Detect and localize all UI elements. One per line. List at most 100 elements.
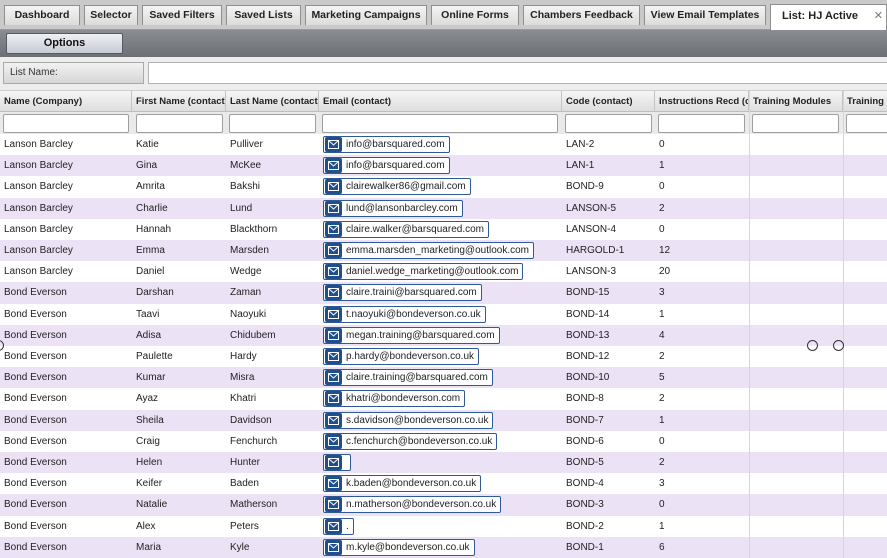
mail-icon[interactable]: [325, 497, 342, 513]
email-address: emma.marsden_marketing@outlook.com: [346, 245, 530, 256]
tab-selector[interactable]: Selector: [84, 5, 138, 25]
cell-first-name: Craig: [136, 435, 160, 447]
filter-code-input[interactable]: [565, 114, 652, 133]
cell-last-name: Kyle: [230, 541, 250, 553]
column-header-training[interactable]: Training I: [843, 91, 887, 112]
filter-training-input[interactable]: [846, 114, 887, 133]
table-row[interactable]: Bond Everson Helen Hunter BOND-5 2: [0, 452, 887, 474]
mail-icon[interactable]: [325, 433, 342, 449]
column-header-instructions[interactable]: Instructions Recd (c: [655, 91, 749, 112]
mail-icon[interactable]: [325, 349, 342, 364]
column-header-training-modules[interactable]: Training Modules: [749, 91, 843, 112]
cell-code: BOND-3: [566, 499, 604, 511]
email-link[interactable]: lund@lansonbarcley.com: [323, 199, 463, 217]
mail-icon[interactable]: [325, 264, 342, 280]
mail-icon[interactable]: [325, 327, 342, 343]
table-row[interactable]: Lanson Barcley Gina McKee LAN-1 1 info@barsqu…: [0, 155, 887, 177]
email-link[interactable]: claire.traini@barsquared.com: [323, 284, 482, 302]
filter-last-name-input[interactable]: [229, 114, 316, 133]
email-link[interactable]: c.fenchurch@bondeverson.co.uk: [323, 432, 498, 450]
table-row[interactable]: Lanson Barcley Emma Marsden HARGOLD-1 12 emma…: [0, 240, 887, 262]
table-row[interactable]: Bond Everson Kumar Misra BOND-10 5 claire.tra…: [0, 367, 887, 389]
table-row[interactable]: Bond Everson Sheila Davidson BOND-7 1 s.david…: [0, 409, 887, 431]
email-link[interactable]: s.davidson@bondeverson.co.uk: [323, 411, 494, 429]
mail-icon[interactable]: [325, 539, 342, 555]
mail-icon[interactable]: [325, 137, 342, 152]
email-link[interactable]: info@barsquared.com: [323, 136, 450, 153]
cell-code: LANSON-5: [566, 202, 617, 214]
email-link[interactable]: claire.training@barsquared.com: [323, 369, 493, 387]
email-link[interactable]: [323, 454, 351, 471]
filter-first-name-input[interactable]: [136, 114, 223, 133]
email-link[interactable]: daniel.wedge_marketing@outlook.com: [323, 263, 524, 281]
tab-saved-filters[interactable]: Saved Filters: [142, 5, 222, 25]
email-link[interactable]: megan.training@barsquared.com: [323, 326, 500, 344]
mail-icon[interactable]: [325, 370, 342, 386]
table-row[interactable]: Bond Everson Paulette Hardy BOND-12 2 p.hardy…: [0, 346, 887, 368]
mail-icon[interactable]: [325, 243, 342, 258]
cell-company: Lanson Barcley: [4, 181, 73, 193]
table-row[interactable]: Lanson Barcley Charlie Lund LANSON-5 2 lund@l…: [0, 197, 887, 219]
mail-icon[interactable]: [325, 158, 342, 174]
cell-instructions: 1: [659, 414, 665, 426]
mail-icon[interactable]: [325, 476, 342, 492]
tab-chambers-feedback[interactable]: Chambers Feedback: [523, 5, 640, 25]
table-row[interactable]: Bond Everson Ayaz Khatri BOND-8 2 khatri@bond…: [0, 388, 887, 410]
mail-icon[interactable]: [325, 285, 342, 301]
table-row[interactable]: Bond Everson Maria Kyle BOND-1 6 m.kyle@bonde…: [0, 536, 887, 558]
radio-circle-icon[interactable]: [807, 340, 818, 351]
table-row[interactable]: Lanson Barcley Amrita Bakshi BOND-9 0 clairew…: [0, 176, 887, 198]
email-link[interactable]: p.hardy@bondeverson.co.uk: [323, 348, 480, 365]
email-link[interactable]: m.kyle@bondeverson.co.uk: [323, 538, 475, 556]
radio-circle-icon[interactable]: [833, 340, 844, 351]
mail-icon[interactable]: [325, 306, 342, 322]
tab-view-email-templates[interactable]: View Email Templates: [644, 5, 766, 25]
tab-online-forms[interactable]: Online Forms: [431, 5, 519, 25]
tab-dashboard[interactable]: Dashboard: [4, 5, 80, 25]
mail-icon[interactable]: [325, 179, 342, 195]
filter-company-input[interactable]: [3, 114, 129, 133]
tab-list-hj-active[interactable]: List: HJ Active ✕: [770, 4, 887, 30]
column-header-first-name[interactable]: First Name (contact): [132, 91, 226, 112]
table-row[interactable]: Bond Everson Taavi Naoyuki BOND-14 1 t.naoyuk…: [0, 303, 887, 325]
table-row[interactable]: Bond Everson Craig Fenchurch BOND-6 0 c.fench…: [0, 430, 887, 452]
table-row[interactable]: Bond Everson Alex Peters BOND-2 1.: [0, 515, 887, 537]
email-link[interactable]: k.baden@bondeverson.co.uk: [323, 475, 482, 493]
table-row[interactable]: Lanson Barcley Daniel Wedge LANSON-3 20 danie…: [0, 261, 887, 283]
email-address: claire.walker@barsquared.com: [346, 223, 484, 235]
filter-email-input[interactable]: [322, 114, 558, 133]
email-link[interactable]: n.matherson@bondeverson.co.uk: [323, 496, 502, 514]
mail-icon[interactable]: [325, 412, 342, 428]
table-row[interactable]: Bond Everson Darshan Zaman BOND-15 3 claire.t…: [0, 282, 887, 304]
filter-training-modules-input[interactable]: [752, 114, 839, 133]
email-link[interactable]: khatri@bondeverson.com: [323, 390, 466, 408]
column-header-company[interactable]: Name (Company): [0, 91, 132, 112]
email-link[interactable]: clairewalker86@gmail.com: [323, 178, 471, 196]
email-link[interactable]: info@barsquared.com: [323, 157, 450, 175]
email-link[interactable]: .: [323, 517, 354, 535]
tab-saved-lists[interactable]: Saved Lists: [226, 5, 301, 25]
filter-instructions-input[interactable]: [658, 114, 745, 133]
table-row[interactable]: Bond Everson Keifer Baden BOND-4 3 k.baden@bo…: [0, 473, 887, 495]
table-row[interactable]: Lanson Barcley Katie Pulliver LAN-2 0 info@ba…: [0, 134, 887, 156]
mail-icon[interactable]: [325, 518, 342, 534]
column-header-code[interactable]: Code (contact): [562, 91, 655, 112]
column-header-email[interactable]: Email (contact): [319, 91, 562, 112]
column-header-last-name[interactable]: Last Name (contact): [226, 91, 319, 112]
table-row[interactable]: Lanson Barcley Hannah Blackthorn LANSON-4 0 c…: [0, 218, 887, 240]
mail-icon[interactable]: [325, 200, 342, 216]
mail-icon[interactable]: [325, 391, 342, 407]
mail-icon[interactable]: [325, 455, 342, 470]
email-address: claire.traini@barsquared.com: [346, 287, 477, 299]
list-name-input[interactable]: [148, 62, 887, 84]
table-row[interactable]: Bond Everson Natalie Matherson BOND-3 0 n.mat…: [0, 494, 887, 516]
options-button[interactable]: Options: [6, 33, 123, 54]
close-icon[interactable]: ✕: [874, 5, 883, 27]
tab-marketing-campaigns[interactable]: Marketing Campaigns: [305, 5, 427, 25]
table-row[interactable]: Bond Everson Adisa Chidubem BOND-13 4 megan.t…: [0, 324, 887, 346]
email-link[interactable]: claire.walker@barsquared.com: [323, 220, 489, 238]
email-link[interactable]: t.naoyuki@bondeverson.co.uk: [323, 305, 486, 323]
cell-first-name: Kumar: [136, 372, 166, 384]
email-link[interactable]: emma.marsden_marketing@outlook.com: [323, 242, 535, 259]
mail-icon[interactable]: [325, 221, 342, 237]
